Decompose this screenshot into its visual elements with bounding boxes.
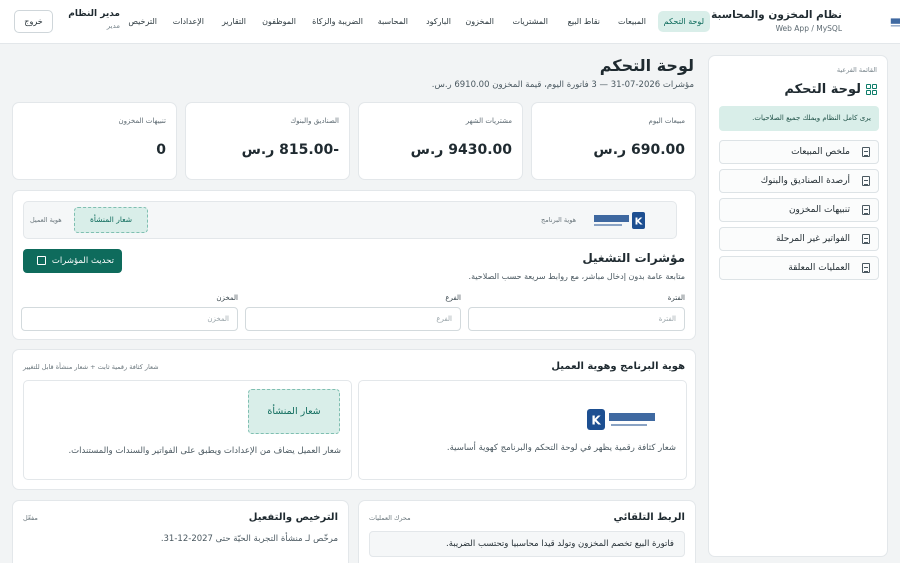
stat-card-today-sales: مبيعات اليوم 690.00 ر.س xyxy=(531,102,696,180)
program-identity-text: شعار كثافة رقمية يظهر في لوحة التحكم وال… xyxy=(446,443,676,453)
page-title: لوحة التحكم xyxy=(599,56,694,75)
sidebar-title: لوحة التحكم xyxy=(784,82,861,97)
save-icon xyxy=(37,256,46,265)
program-identity-box: K شعار كثافة رقمية يظهر في لوحة التحكم و… xyxy=(358,380,687,480)
client-logo-placeholder[interactable]: شعار المنشأة xyxy=(74,207,148,233)
nav-employees[interactable]: الموظفون xyxy=(256,11,302,32)
nav-sales[interactable]: المبيعات xyxy=(612,11,652,32)
nav-pos[interactable]: نقاط البيع xyxy=(562,11,606,32)
warehouse-field[interactable]: المخزن xyxy=(21,307,238,331)
client-identity-box: شعار المنشأة شعار العميل يضاف من الإعداد… xyxy=(23,380,352,480)
app-brand[interactable]: K نظام المخزون والمحاسبة Web App / MySQL xyxy=(711,9,900,37)
nav-license[interactable]: الترخيص xyxy=(122,11,163,32)
license-text: مرخّص لـ منشأة التجربة الحيّة حتى 2027-1… xyxy=(160,534,338,544)
sidebar-item-cash-bank-balances[interactable]: أرصدة الصناديق والبنوك xyxy=(719,169,879,193)
nav-dashboard[interactable]: لوحة التحكم xyxy=(657,11,710,32)
refresh-label: تحديث المؤشرات xyxy=(51,256,114,266)
client-identity-label: هوية العميل xyxy=(30,216,62,224)
stat-card-cash-banks: الصناديق والبنوك -815.00 ر.س xyxy=(185,102,350,180)
stat-label: تنبيهات المخزون xyxy=(118,117,167,125)
kathafa-logo-icon: K xyxy=(587,409,655,430)
branch-field[interactable]: الفرع xyxy=(245,307,461,331)
nav-reports[interactable]: التقارير xyxy=(216,11,252,32)
sidebar-title-row: لوحة التحكم xyxy=(784,82,877,97)
user-info: مدير النظام مدير xyxy=(60,9,120,30)
indicators-subtitle: متابعة عامة بدون إدخال مباشر، مع روابط س… xyxy=(468,272,685,281)
warehouse-label: المخزن xyxy=(216,294,238,302)
logout-button[interactable]: خروج xyxy=(14,10,53,33)
stat-card-inventory-alerts: تنبيهات المخزون 0 xyxy=(12,102,177,180)
stat-card-month-purchases: مشتريات الشهر 9430.00 ر.س xyxy=(358,102,523,180)
permission-note: يرى كامل النظام ويملك جميع الصلاحيات. xyxy=(719,106,879,131)
dashboard-grid-icon xyxy=(866,84,877,95)
program-identity-label: هوية البرنامج xyxy=(541,216,576,224)
period-label: الفترة xyxy=(667,294,685,302)
auto-linking-panel: الربط التلقائي محرك العمليات فاتورة البي… xyxy=(358,500,696,563)
license-panel: الترخيص والتفعيل مفعّل مرخّص لـ منشأة ال… xyxy=(12,500,349,563)
operating-indicators-panel: K هوية البرنامج شعار المنشأة هوية العميل… xyxy=(12,190,696,340)
sidebar-item-label: أرصدة الصناديق والبنوك xyxy=(760,176,850,186)
client-logo-badge[interactable]: شعار المنشأة xyxy=(248,389,340,434)
stat-value: -815.00 ر.س xyxy=(241,142,339,158)
top-navigation-bar: K نظام المخزون والمحاسبة Web App / MySQL… xyxy=(0,0,900,44)
user-name: مدير النظام xyxy=(68,9,120,19)
svg-text:K: K xyxy=(591,414,601,428)
sidebar-item-label: العمليات المعلقة xyxy=(788,263,850,273)
nav-accounting[interactable]: المحاسبة xyxy=(372,11,414,32)
sidebar-item-unposted-invoices[interactable]: الفواتير غير المرحلة xyxy=(719,227,879,251)
branch-label: الفرع xyxy=(445,294,461,302)
identity-panel: هوية البرنامج وهوية العميل شعار كثافة رق… xyxy=(12,349,696,490)
stat-label: مبيعات اليوم xyxy=(648,117,685,125)
nav-inventory[interactable]: المخزون xyxy=(459,11,500,32)
nav-barcode[interactable]: الباركود xyxy=(420,11,457,32)
stat-value: 690.00 ر.س xyxy=(593,142,685,158)
linking-row: فاتورة البيع تخصم المخزون وتولد قيدا محا… xyxy=(369,531,685,557)
sidebar: القائمة الفرعية لوحة التحكم يرى كامل الن… xyxy=(708,55,888,557)
identity-title: هوية البرنامج وهوية العميل xyxy=(551,361,685,372)
document-icon xyxy=(862,263,870,273)
stat-label: الصناديق والبنوك xyxy=(290,117,339,125)
stat-value: 9430.00 ر.س xyxy=(410,142,512,158)
nav-purchases[interactable]: المشتريات xyxy=(507,11,554,32)
linking-title: الربط التلقائي xyxy=(613,512,685,523)
sidebar-caption: القائمة الفرعية xyxy=(836,66,877,74)
sidebar-item-label: تنبيهات المخزون xyxy=(788,205,850,215)
svg-text:K: K xyxy=(635,217,644,228)
nav-tax-zakat[interactable]: الضريبة والزكاة xyxy=(306,11,369,32)
sidebar-item-inventory-alerts[interactable]: تنبيهات المخزون xyxy=(719,198,879,222)
kathafa-logo-icon: K xyxy=(594,212,645,229)
client-identity-text: شعار العميل يضاف من الإعدادات ويطبق على … xyxy=(68,446,341,456)
document-icon xyxy=(862,205,870,215)
document-icon xyxy=(862,234,870,244)
refresh-indicators-button[interactable]: تحديث المؤشرات xyxy=(23,249,122,273)
sidebar-item-pending-operations[interactable]: العمليات المعلقة xyxy=(719,256,879,280)
license-title: الترخيص والتفعيل xyxy=(248,512,338,523)
nav-settings[interactable]: الإعدادات xyxy=(167,11,210,32)
indicators-title: مؤشرات التشغيل xyxy=(582,251,685,265)
identity-caption: شعار كثافة رقمية ثابت + شعار منشأة قابل … xyxy=(23,363,159,371)
page-subtitle: مؤشرات 2026-07-31 — 3 فاتورة اليوم، قيمة… xyxy=(431,80,694,90)
identity-strip: K هوية البرنامج شعار المنشأة هوية العميل xyxy=(23,201,677,239)
document-icon xyxy=(862,176,870,186)
sidebar-item-label: ملخص المبيعات xyxy=(791,147,850,157)
kathafa-logo-icon: K xyxy=(890,18,900,27)
period-field[interactable]: الفترة xyxy=(468,307,685,331)
user-role: مدير xyxy=(106,22,120,30)
stat-label: مشتريات الشهر xyxy=(465,117,512,125)
license-status: مفعّل xyxy=(23,514,38,522)
document-icon xyxy=(862,147,870,157)
sidebar-item-label: الفواتير غير المرحلة xyxy=(775,234,850,244)
stat-value: 0 xyxy=(156,142,166,158)
sidebar-item-sales-summary[interactable]: ملخص المبيعات xyxy=(719,140,879,164)
linking-caption: محرك العمليات xyxy=(369,514,411,522)
